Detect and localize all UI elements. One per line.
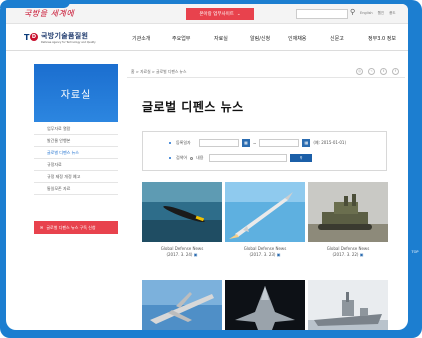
browser-viewport: 국방을 세계에 본아랑 업무사이트 ⌄ ⚲ English 웹진 풍도 TD 국… <box>6 4 408 330</box>
top-search-input[interactable] <box>296 9 348 19</box>
news-card[interactable]: Global Defense News (2017. 3. 24) ▣ <box>142 182 222 257</box>
sidebar-item-work-docs[interactable]: 업무자료 열람 <box>34 123 118 135</box>
breadcrumb-row: 홈 > 자료실 > 글로벌 디펜스 뉴스 ◎ ⌁ t f <box>127 66 405 78</box>
scroll-top-tab[interactable]: TOP <box>408 243 422 261</box>
news-card[interactable] <box>225 280 305 330</box>
news-card-date: (2017. 3. 22) <box>332 252 359 257</box>
news-thumbnail-jet[interactable] <box>225 280 305 330</box>
news-thumbnail-aircraft[interactable] <box>142 280 222 330</box>
subscribe-banner-label: 글로벌 디펜스 뉴스 구독 신청 <box>46 224 96 230</box>
sidebar-item-unified-docs[interactable]: 통일모존 자료 <box>34 183 118 195</box>
news-card[interactable]: Global Defense News (2017. 3. 23) ▣ <box>225 182 305 257</box>
site-logo[interactable]: TD 국방기술품질원 Defense Agency for Technology… <box>24 31 96 44</box>
logo-name-kr: 국방기술품질원 <box>41 32 89 40</box>
nav-item-petition[interactable]: 신문고 <box>330 35 368 42</box>
sidebar-item-regulation-notice[interactable]: 규정 제정 개정 예고 <box>34 171 118 183</box>
news-card-title: Global Defense News <box>160 246 204 251</box>
sidebar-menu: 업무자료 열람 발간물 안행본 글로벌 디펜스 뉴스 규정자료 규정 제정 개정… <box>34 123 118 195</box>
util-link-english[interactable]: English <box>360 11 373 16</box>
utility-links: English 웹진 풍도 <box>360 11 396 16</box>
calendar-icon[interactable]: ▦ <box>242 139 250 147</box>
news-card[interactable] <box>142 280 222 330</box>
twitter-icon[interactable]: t <box>380 68 387 75</box>
share-icon[interactable]: ⌁ <box>368 68 375 75</box>
nav-item-notice[interactable]: 알림/신청 <box>250 35 288 42</box>
news-thumbnail-tank[interactable] <box>308 182 388 242</box>
nav-item-recruit[interactable]: 인재채용 <box>288 35 330 42</box>
logo-name-en: Defense Agency for Technology and Qualit… <box>41 41 96 44</box>
content-radio-label: 내용 <box>196 155 204 160</box>
nav-item-archive[interactable]: 자료실 <box>214 35 250 42</box>
logo-emblem-icon: TD <box>24 32 38 42</box>
search-icon[interactable]: ⚲ <box>350 8 355 16</box>
content-radio[interactable] <box>190 156 194 160</box>
bullet-icon <box>169 142 171 144</box>
site-select-label: 본아랑 업무사이트 <box>199 12 234 17</box>
util-link-webzine[interactable]: 웹진 <box>378 11 384 16</box>
share-tools: ◎ ⌁ t f <box>356 68 399 75</box>
keyword-row: 검색어 내용 ⚲ <box>169 154 313 162</box>
news-card-title: Global Defense News <box>326 246 370 251</box>
sidebar-item-global-defense-news[interactable]: 글로벌 디펜스 뉴스 <box>34 147 118 159</box>
nav-item-gov3[interactable]: 정부3.0 정보 <box>368 35 396 42</box>
print-icon[interactable]: ◎ <box>356 68 363 75</box>
search-panel: 등록일자 ▦ ~ ▦ (예: 2015-01-01) 검색어 내용 ⚲ <box>142 131 387 171</box>
device-frame: 국방을 세계에 본아랑 업무사이트 ⌄ ⚲ English 웹진 풍도 TD 국… <box>0 0 422 338</box>
main-nav: 기관소개 주요업무 자료실 알림/신청 인재채용 신문고 정부3.0 정보 <box>132 35 396 42</box>
news-card[interactable] <box>308 280 388 330</box>
end-date-input[interactable] <box>259 139 300 147</box>
start-date-input[interactable] <box>199 139 239 147</box>
site-header: TD 국방기술품질원 Defense Agency for Technology… <box>6 25 408 51</box>
mail-icon: ✉ <box>40 225 44 230</box>
frame-tab <box>0 0 70 8</box>
sidebar-title: 자료실 <box>34 64 118 122</box>
chevron-down-icon: ⌄ <box>236 11 241 17</box>
date-range-row: 등록일자 ▦ ~ ▦ (예: 2015-01-01) <box>169 139 346 147</box>
sidebar-item-publications[interactable]: 발간물 안행본 <box>34 135 118 147</box>
news-card-title: Global Defense News <box>243 246 287 251</box>
keyword-input[interactable] <box>209 154 288 162</box>
date-format-hint: (예: 2015-01-01) <box>313 140 347 145</box>
page-title: 글로벌 디펜스 뉴스 <box>142 100 244 114</box>
file-icon: ▣ <box>359 252 364 257</box>
date-separator: ~ <box>253 140 257 146</box>
util-link-map[interactable]: 풍도 <box>389 11 395 16</box>
bullet-icon <box>169 157 171 159</box>
file-icon: ▣ <box>193 252 198 257</box>
breadcrumb: 홈 > 자료실 > 글로벌 디펜스 뉴스 <box>131 69 187 74</box>
news-thumbnail-ship[interactable] <box>308 280 388 330</box>
subscribe-banner-button[interactable]: ✉ 글로벌 디펜스 뉴스 구독 신청 <box>34 221 118 234</box>
date-range-label: 등록일자 <box>176 140 191 145</box>
news-card[interactable]: Global Defense News (2017. 3. 22) ▣ <box>308 182 388 257</box>
search-submit-button[interactable]: ⚲ <box>290 154 313 162</box>
nav-item-about[interactable]: 기관소개 <box>132 35 172 42</box>
calendar-icon[interactable]: ▦ <box>302 139 311 147</box>
facebook-icon[interactable]: f <box>392 68 399 75</box>
file-icon: ▣ <box>276 252 281 257</box>
nav-item-business[interactable]: 주요업무 <box>172 35 214 42</box>
news-card-date: (2017. 3. 23) <box>249 252 276 257</box>
slogan-text: 국방을 세계에 <box>24 9 75 18</box>
news-card-date: (2017. 3. 24) <box>166 252 193 257</box>
sidebar-item-regulations[interactable]: 규정자료 <box>34 159 118 171</box>
news-thumbnail-missile[interactable] <box>225 182 305 242</box>
site-select-dropdown[interactable]: 본아랑 업무사이트 ⌄ <box>186 8 254 20</box>
news-thumbnail-torpedo[interactable] <box>142 182 222 242</box>
keyword-label: 검색어 <box>176 155 188 160</box>
